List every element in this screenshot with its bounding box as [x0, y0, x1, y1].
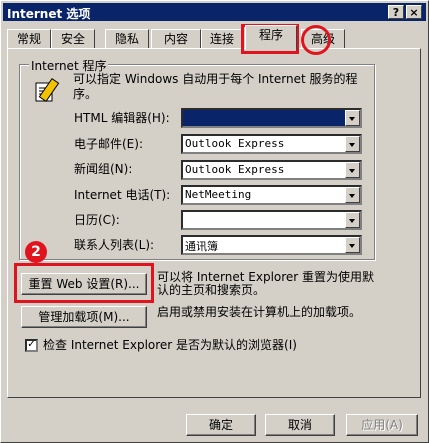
- group-description: 可以指定 Windows 自动用于每个 Internet 服务的程序。: [73, 72, 358, 101]
- tab-privacy[interactable]: 隐私: [105, 29, 149, 49]
- check-default-label: 检查 Internet Explorer 是否为默认的浏览器(I): [43, 338, 297, 352]
- newsgroups-select[interactable]: Outlook Express: [181, 160, 362, 180]
- chevron-down-icon[interactable]: [345, 136, 360, 152]
- chevron-down-icon[interactable]: [345, 162, 360, 178]
- calendar-label: 日历(C):: [74, 213, 120, 227]
- addons-note: 启用或禁用安装在计算机上的加载项。: [157, 305, 362, 319]
- chevron-down-icon[interactable]: [345, 212, 360, 228]
- calendar-select[interactable]: [181, 210, 362, 230]
- html-editor-label: HTML 编辑器(H):: [74, 111, 170, 125]
- help-button[interactable]: ?: [388, 5, 404, 19]
- highlight-reset-button: [14, 263, 154, 303]
- tab-general[interactable]: 常规: [7, 29, 51, 49]
- tab-content[interactable]: 内容: [151, 29, 201, 49]
- email-select[interactable]: Outlook Express: [181, 134, 362, 154]
- internet-call-value: NetMeeting: [185, 188, 252, 201]
- internet-call-select[interactable]: NetMeeting: [181, 185, 362, 205]
- newsgroups-value: Outlook Express: [185, 163, 285, 176]
- email-label: 电子邮件(E):: [74, 137, 143, 151]
- close-button[interactable]: ×: [406, 5, 422, 19]
- newsgroups-label: 新闻组(N):: [74, 162, 133, 176]
- check-default-checkbox[interactable]: ✓: [25, 339, 38, 352]
- chevron-down-icon[interactable]: [345, 237, 360, 253]
- internet-call-label: Internet 电话(T):: [74, 188, 171, 202]
- step-2-marker: 2: [25, 241, 47, 263]
- email-value: Outlook Express: [185, 137, 285, 150]
- tab-strip: 常规 安全 隐私 内容 连接 程序 高级: [5, 25, 345, 50]
- chevron-down-icon[interactable]: [345, 110, 360, 126]
- highlight-advanced-tab: [301, 25, 331, 55]
- window-title: Internet 选项: [7, 7, 91, 21]
- manage-addons-button[interactable]: 管理加载项(M)...: [21, 306, 147, 328]
- html-editor-select[interactable]: [181, 108, 362, 128]
- reset-note-line2: 认的主页和搜索页。: [157, 283, 266, 297]
- title-bar[interactable]: Internet 选项 ? ×: [3, 3, 426, 21]
- apply-button[interactable]: 应用(A): [346, 414, 418, 436]
- programs-icon: [33, 77, 61, 105]
- chevron-down-icon[interactable]: [345, 187, 360, 203]
- tab-connections[interactable]: 连接: [201, 29, 243, 49]
- cancel-button[interactable]: 取消: [265, 414, 335, 436]
- contacts-value: 通讯簿: [185, 240, 218, 253]
- internet-options-dialog: Internet 选项 ? × 常规 安全 隐私 内容 连接 程序 高级 Int…: [0, 0, 429, 443]
- tab-programs[interactable]: 程序: [245, 25, 297, 50]
- contacts-label: 联系人列表(L):: [74, 238, 155, 252]
- contacts-select[interactable]: 通讯簿: [181, 235, 362, 255]
- ok-button[interactable]: 确定: [186, 414, 256, 436]
- tab-security[interactable]: 安全: [51, 29, 95, 49]
